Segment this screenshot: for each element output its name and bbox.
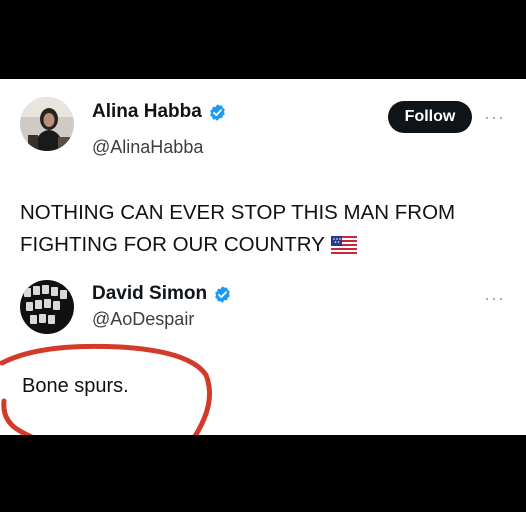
author-handle[interactable]: @AlinaHabba — [92, 137, 203, 158]
reply-author-name[interactable]: David Simon — [92, 283, 207, 305]
us-flag-emoji-icon — [330, 236, 357, 254]
verified-badge-icon — [215, 285, 230, 303]
more-options-icon[interactable]: ··· — [484, 108, 505, 126]
screenshot-card: Alina Habba @AlinaHabba Follow ··· NOTHI… — [0, 79, 526, 435]
author-name-row: Alina Habba — [92, 101, 227, 123]
tweet-text: NOTHING CAN EVER STOP THIS MAN FROM FIGH… — [20, 197, 510, 261]
reply-author-handle[interactable]: @AoDespair — [92, 309, 194, 330]
tweet-text-content: NOTHING CAN EVER STOP THIS MAN FROM FIGH… — [20, 201, 456, 256]
author-name[interactable]: Alina Habba — [92, 101, 202, 123]
avatar-david-simon[interactable] — [20, 280, 74, 334]
reply-tweet: David Simon @AoDespair ··· — [0, 275, 526, 435]
verified-badge-icon — [209, 103, 225, 121]
reply-author-name-row: David Simon — [92, 283, 232, 305]
more-options-icon[interactable]: ··· — [484, 289, 505, 307]
follow-button[interactable]: Follow — [388, 101, 472, 133]
reply-text: Bone spurs. — [22, 375, 129, 397]
main-tweet: Alina Habba @AlinaHabba Follow ··· NOTHI… — [0, 79, 526, 279]
avatar-alina-habba[interactable] — [20, 97, 74, 151]
